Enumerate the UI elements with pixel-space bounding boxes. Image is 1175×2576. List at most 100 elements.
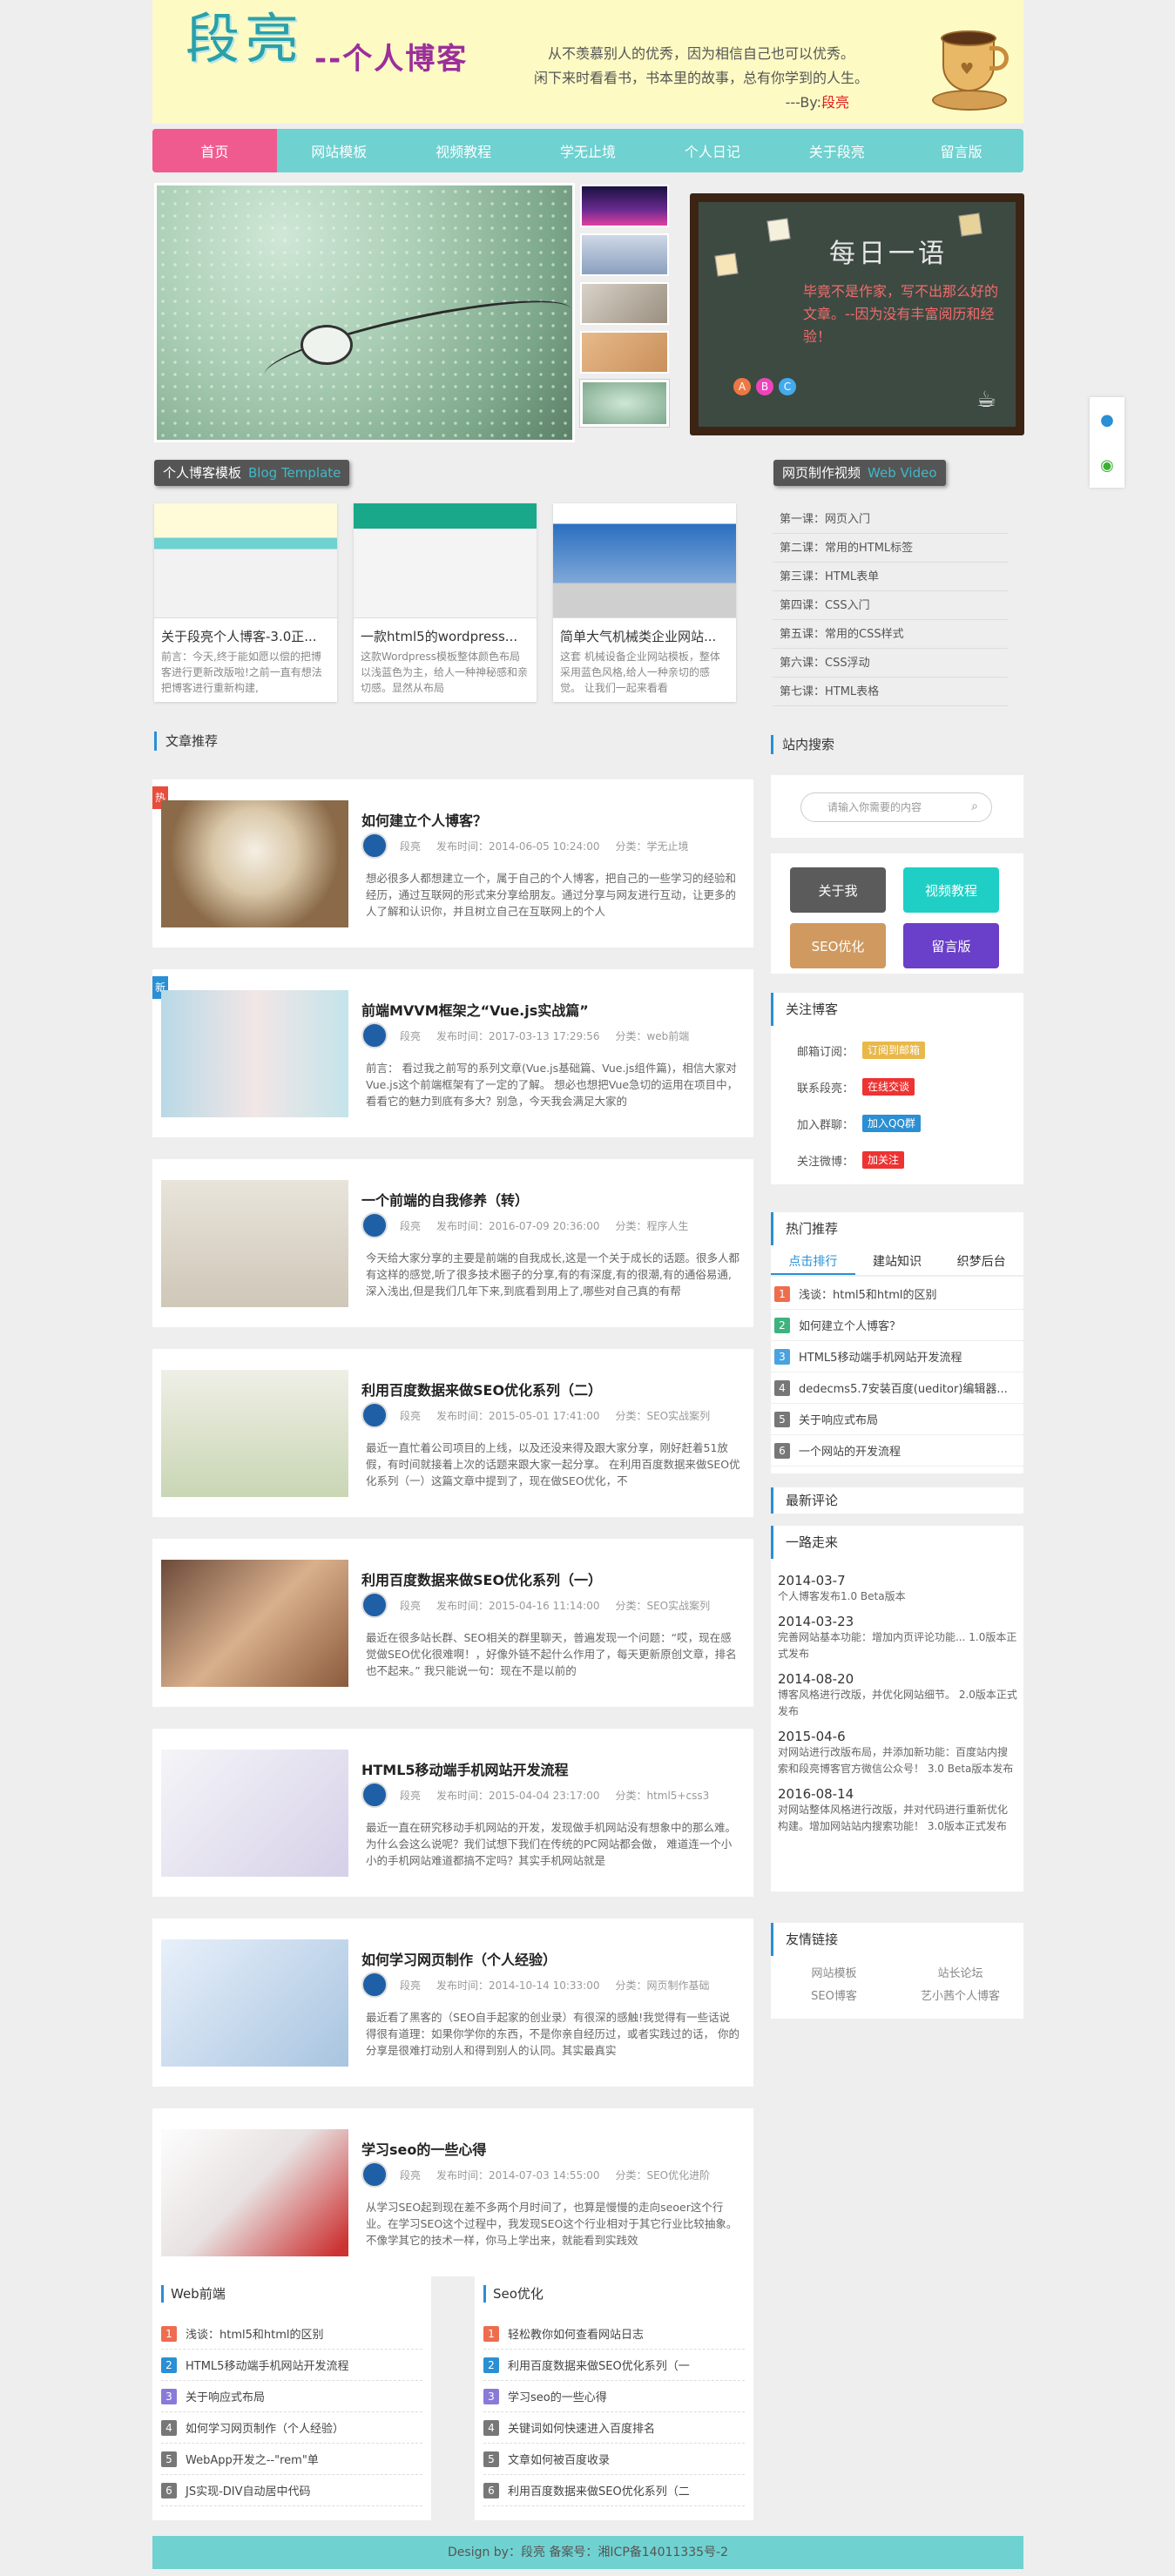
article-thumbnail[interactable]: [161, 1180, 348, 1307]
slider-thumb-active[interactable]: [580, 380, 669, 427]
article-title[interactable]: 如何建立个人博客？: [361, 809, 487, 830]
seo-button[interactable]: SEO优化: [790, 923, 886, 968]
article-title[interactable]: 利用百度数据来做SEO优化系列（一）: [361, 1568, 602, 1589]
hot-item-link[interactable]: 一个网站的开发流程: [799, 1442, 901, 1459]
list-item[interactable]: 2 利用百度数据来做SEO优化系列（一: [483, 2350, 745, 2381]
lesson-link[interactable]: 第六课：CSS浮动: [773, 649, 1008, 678]
article-title[interactable]: 一个前端的自我修养（转）: [361, 1189, 529, 1210]
lesson-link[interactable]: 第七课：HTML表格: [773, 678, 1008, 706]
wechat-icon[interactable]: ◉: [1100, 456, 1114, 475]
article-category[interactable]: 分类：网页制作基础: [615, 1978, 709, 1993]
list-item[interactable]: 4 关键词如何快速进入百度排名: [483, 2412, 745, 2444]
article-thumbnail[interactable]: [161, 2129, 348, 2256]
hot-item-link[interactable]: 如何建立个人博客？: [799, 1317, 901, 1333]
list-item-link[interactable]: 关键词如何快速进入百度排名: [508, 2419, 655, 2436]
template-title[interactable]: 关于段亮个人博客-3.0正...: [154, 618, 337, 649]
tab-build[interactable]: 建站知识: [855, 1249, 940, 1275]
hot-item-link[interactable]: 关于响应式布局: [799, 1411, 878, 1427]
hot-item[interactable]: 3 HTML5移动端手机网站开发流程: [771, 1341, 1023, 1372]
article-category[interactable]: 分类：SEO优化进阶: [615, 2168, 710, 2182]
qq-icon[interactable]: ●: [1100, 411, 1114, 429]
list-item[interactable]: 5 WebApp开发之--"rem"单: [161, 2444, 422, 2475]
follow-button[interactable]: 加关注: [862, 1151, 905, 1169]
site-logo[interactable]: 段亮: [186, 12, 304, 66]
article-title[interactable]: 如何学习网页制作（个人经验）: [361, 1948, 557, 1969]
friend-link[interactable]: 网站模板: [771, 1963, 897, 1986]
banner-slider[interactable]: [154, 183, 575, 442]
follow-button[interactable]: 订阅到邮箱: [862, 1042, 926, 1059]
list-item-link[interactable]: 轻松教你如何查看网站日志: [508, 2325, 644, 2342]
nav-guestbook[interactable]: 留言版: [899, 129, 1023, 172]
slider-thumb[interactable]: [580, 233, 669, 276]
template-card[interactable]: 简单大气机械类企业网站... 这套 机械设备企业网站模板，整体采用蓝色风格,给人…: [553, 503, 736, 702]
nav-home[interactable]: 首页: [152, 129, 277, 172]
tab-clicks[interactable]: 点击排行: [771, 1249, 855, 1275]
list-item[interactable]: 6 JS实现-DIV自动居中代码: [161, 2475, 422, 2506]
article-thumbnail[interactable]: [161, 990, 348, 1117]
follow-button[interactable]: 在线交谈: [862, 1078, 915, 1096]
article-thumbnail[interactable]: [161, 1939, 348, 2067]
list-item[interactable]: 3 关于响应式布局: [161, 2381, 422, 2412]
friend-link[interactable]: SEO博客: [771, 1986, 897, 2008]
article-category[interactable]: 分类：SEO实战案列: [615, 1408, 710, 1423]
list-item-link[interactable]: 学习seo的一些心得: [508, 2388, 607, 2404]
nav-diary[interactable]: 个人日记: [650, 129, 774, 172]
lesson-link[interactable]: 第四课：CSS入门: [773, 591, 1008, 620]
slider-thumb[interactable]: [580, 282, 669, 325]
list-item-link[interactable]: 利用百度数据来做SEO优化系列（一: [508, 2357, 690, 2373]
nav-about[interactable]: 关于段亮: [774, 129, 899, 172]
follow-button[interactable]: 加入QQ群: [862, 1115, 921, 1132]
list-item[interactable]: 6 利用百度数据来做SEO优化系列（二: [483, 2475, 745, 2506]
friend-link[interactable]: 站长论坛: [897, 1963, 1023, 1986]
list-item-link[interactable]: 关于响应式布局: [186, 2388, 265, 2404]
search-icon[interactable]: ⌕: [971, 792, 978, 820]
list-item[interactable]: 4 如何学习网页制作（个人经验）: [161, 2412, 422, 2444]
list-item[interactable]: 1 浅谈：html5和html的区别: [161, 2318, 422, 2350]
hot-item[interactable]: 1 浅谈：html5和html的区别: [771, 1278, 1023, 1310]
article-thumbnail[interactable]: [161, 1560, 348, 1687]
article-thumbnail[interactable]: [161, 1750, 348, 1877]
list-item[interactable]: 2 HTML5移动端手机网站开发流程: [161, 2350, 422, 2381]
list-item[interactable]: 5 文章如何被百度收录: [483, 2444, 745, 2475]
hot-item[interactable]: 6 一个网站的开发流程: [771, 1435, 1023, 1467]
list-item-link[interactable]: 利用百度数据来做SEO优化系列（二: [508, 2482, 690, 2498]
list-item[interactable]: 3 学习seo的一些心得: [483, 2381, 745, 2412]
article-category[interactable]: 分类：web前端: [615, 1028, 689, 1043]
article-title[interactable]: 学习seo的一些心得: [361, 2138, 486, 2159]
list-item[interactable]: 1 轻松教你如何查看网站日志: [483, 2318, 745, 2350]
list-item-link[interactable]: 如何学习网页制作（个人经验）: [186, 2419, 344, 2436]
nav-templates[interactable]: 网站模板: [277, 129, 402, 172]
nav-learning[interactable]: 学无止境: [526, 129, 651, 172]
hot-item[interactable]: 4 dedecms5.7安装百度(ueditor)编辑器...: [771, 1372, 1023, 1404]
nav-videos[interactable]: 视频教程: [402, 129, 526, 172]
article-title[interactable]: HTML5移动端手机网站开发流程: [361, 1758, 569, 1779]
hot-item[interactable]: 2 如何建立个人博客？: [771, 1310, 1023, 1341]
lesson-link[interactable]: 第一课：网页入门: [773, 505, 1008, 534]
template-title[interactable]: 简单大气机械类企业网站...: [553, 618, 736, 649]
template-card[interactable]: 关于段亮个人博客-3.0正... 前言：今天,终于能如愿以偿的把博客进行更新改版…: [154, 503, 337, 702]
article-title[interactable]: 前端MVVM框架之“Vue.js实战篇”: [361, 999, 589, 1020]
slider-thumb[interactable]: [580, 185, 669, 227]
list-item-link[interactable]: 文章如何被百度收录: [508, 2451, 610, 2467]
hot-item-link[interactable]: dedecms5.7安装百度(ueditor)编辑器...: [799, 1379, 1008, 1396]
article-thumbnail[interactable]: [161, 1370, 348, 1497]
guestbook-button[interactable]: 留言版: [903, 923, 999, 968]
article-category[interactable]: 分类：SEO实战案列: [615, 1598, 710, 1613]
template-card[interactable]: 一款html5的wordpress... 这款Wordpress模板整体颜色布局…: [354, 503, 537, 702]
slider-thumb[interactable]: [580, 331, 669, 374]
friend-link[interactable]: 艺小茜个人博客: [897, 1986, 1023, 2008]
hot-item[interactable]: 5 关于响应式布局: [771, 1404, 1023, 1435]
article-title[interactable]: 利用百度数据来做SEO优化系列（二）: [361, 1379, 602, 1399]
article-category[interactable]: 分类：程序人生: [615, 1218, 688, 1233]
lesson-link[interactable]: 第二课：常用的HTML标签: [773, 534, 1008, 563]
list-item-link[interactable]: JS实现-DIV自动居中代码: [186, 2482, 311, 2498]
list-item-link[interactable]: WebApp开发之--"rem"单: [186, 2451, 319, 2467]
article-category[interactable]: 分类：学无止境: [615, 839, 688, 853]
video-tutorial-button[interactable]: 视频教程: [903, 867, 999, 913]
template-title[interactable]: 一款html5的wordpress...: [354, 618, 537, 649]
article-thumbnail[interactable]: [161, 800, 348, 927]
list-item-link[interactable]: 浅谈：html5和html的区别: [186, 2325, 324, 2342]
hot-item-link[interactable]: 浅谈：html5和html的区别: [799, 1285, 937, 1302]
lesson-link[interactable]: 第五课：常用的CSS样式: [773, 620, 1008, 649]
tab-dedecms[interactable]: 织梦后台: [939, 1249, 1023, 1275]
